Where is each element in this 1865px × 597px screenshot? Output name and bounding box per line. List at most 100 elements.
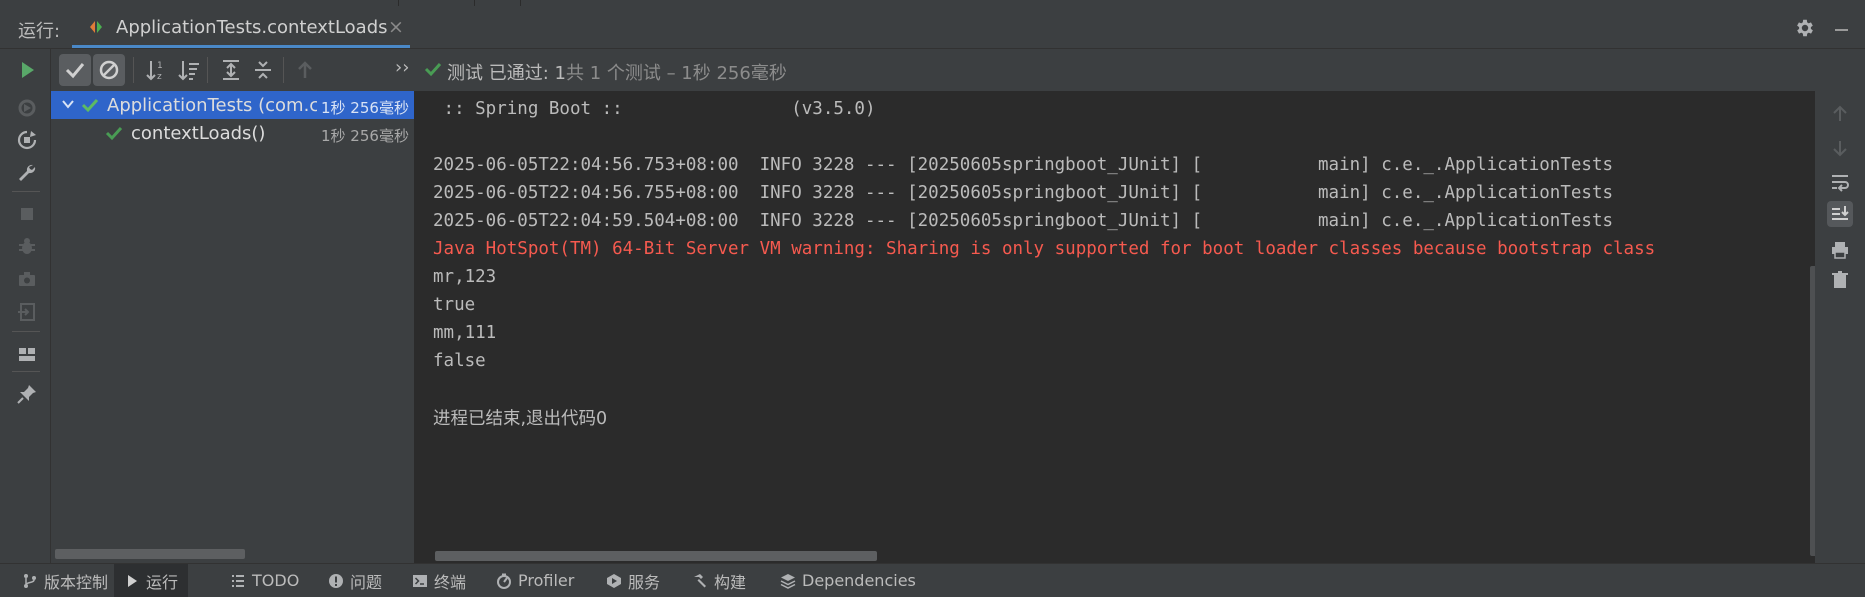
wrench-icon[interactable] [16, 162, 38, 184]
check-icon [424, 62, 442, 77]
status-passed-count: 测试 已通过: 1 [447, 63, 566, 84]
run-icon [128, 574, 137, 587]
test-tree: ApplicationTests (com.c 1秒 256毫秒 context… [51, 91, 415, 563]
tool-tab-profiler[interactable]: Profiler [496, 564, 574, 597]
tool-tab-problems[interactable]: 问题 [328, 564, 382, 597]
dependencies-icon [780, 573, 796, 589]
tool-tab-label: Dependencies [802, 571, 916, 590]
tree-horizontal-scrollbar[interactable] [55, 549, 245, 559]
tool-tab-todo[interactable]: TODO [230, 564, 299, 597]
tool-tab-label: Profiler [518, 571, 575, 590]
run-tab[interactable]: ApplicationTests.contextLoads × [72, 6, 410, 48]
tool-tab-run[interactable]: 运行 [114, 564, 189, 597]
console-line: mm,111 [433, 323, 497, 343]
console-horizontal-scrollbar[interactable] [435, 551, 877, 561]
run-panel-header: 运行: ApplicationTests.contextLoads × [0, 6, 1865, 49]
terminal-icon [413, 574, 427, 587]
rerun-failed-icon[interactable] [16, 97, 38, 119]
show-ignored-icon [99, 60, 119, 80]
console-line-exit: 进程已结束,退出代码0 [433, 409, 608, 429]
services-icon [607, 573, 621, 588]
tool-tab-label: 服务 [628, 572, 661, 592]
toggle-auto-test-icon[interactable] [16, 129, 38, 151]
status-totals: 共 1 个测试 – 1秒 256毫秒 [565, 63, 787, 84]
console-line: false [433, 351, 486, 371]
toolbar-separator [207, 57, 208, 83]
more-icon[interactable]: ›› [395, 57, 409, 78]
console-line: mr,123 [433, 267, 497, 287]
tool-tab-label: 终端 [434, 572, 467, 592]
debug-bug-icon[interactable] [16, 235, 38, 257]
run-side-toolbar [0, 49, 51, 563]
camera-icon[interactable] [16, 268, 38, 290]
console-output[interactable]: :: Spring Boot :: (v3.5.0) 2025-06-05T22… [415, 91, 1815, 563]
previous-failed-icon[interactable] [289, 54, 321, 86]
gear-icon[interactable] [1794, 17, 1816, 39]
test-passed-icon [105, 126, 123, 141]
console-line: :: Spring Boot :: (v3.5.0) [433, 99, 876, 119]
svg-text:1: 1 [157, 61, 163, 71]
tree-item-duration: 1秒 256毫秒 [321, 127, 409, 145]
build-hammer-icon [694, 573, 706, 587]
tree-item-duration: 1秒 256毫秒 [321, 99, 409, 117]
toolbar-separator [12, 331, 40, 332]
tool-tab-services[interactable]: 服务 [606, 564, 660, 597]
tab-title: ApplicationTests.contextLoads [116, 17, 388, 38]
tree-item-label: ApplicationTests (com.c [107, 95, 317, 116]
test-toolbar: 1z ›› 测试 已通过: 1共 1 个测试 – 1秒 256毫秒 [51, 49, 1865, 91]
layout-icon[interactable] [16, 343, 38, 365]
sort-alpha-icon[interactable]: 1z [141, 54, 173, 86]
collapse-all-icon[interactable] [247, 54, 279, 86]
tool-tab-label: 运行 [146, 572, 179, 592]
tab-active-indicator [72, 45, 410, 48]
chevron-down-icon[interactable] [61, 97, 75, 111]
stop-icon[interactable] [16, 203, 38, 225]
console-line: 2025-06-05T22:04:56.753+08:00 INFO 3228 … [433, 155, 1614, 175]
tool-tab-label: 问题 [350, 572, 383, 592]
toolbar-separator [12, 191, 40, 192]
test-passed-icon [81, 98, 99, 113]
scroll-to-end-button[interactable] [1827, 201, 1853, 227]
run-panel-label: 运行: [18, 21, 61, 42]
close-tab-icon[interactable]: × [388, 16, 404, 38]
vcs-branch-icon [24, 573, 36, 588]
tree-item-label: contextLoads() [131, 123, 266, 144]
test-run-config-icon [90, 21, 102, 33]
arrow-down-icon[interactable] [1829, 137, 1851, 159]
pin-icon[interactable] [16, 383, 38, 405]
toolbar-separator [283, 57, 284, 83]
tool-tab-dependencies[interactable]: Dependencies [780, 564, 916, 597]
tree-item-contextloads[interactable]: contextLoads() 1秒 256毫秒 [51, 119, 414, 147]
tool-tab-label: TODO [252, 571, 300, 590]
scroll-to-end-icon [1832, 206, 1849, 220]
console-line: 2025-06-05T22:04:56.755+08:00 INFO 3228 … [433, 183, 1614, 203]
todo-list-icon [232, 574, 244, 587]
expand-all-icon[interactable] [215, 54, 247, 86]
rerun-icon[interactable] [16, 59, 38, 81]
arrow-up-icon[interactable] [1829, 103, 1851, 125]
print-icon[interactable] [1829, 239, 1851, 261]
trash-icon[interactable] [1829, 269, 1851, 291]
tool-tab-version-control[interactable]: 版本控制 [22, 564, 108, 597]
import-tests-icon[interactable] [16, 301, 38, 323]
tree-item-applicationtests[interactable]: ApplicationTests (com.c 1秒 256毫秒 [51, 91, 414, 119]
minimize-icon[interactable] [1835, 29, 1848, 31]
show-passed-button[interactable] [59, 54, 91, 86]
tool-tab-label: 版本控制 [44, 572, 109, 592]
problems-icon [329, 573, 343, 588]
tool-window-bar: 版本控制 运行 TODO 问题 终端 Profiler 服务 构建 Depend… [0, 563, 1865, 597]
profiler-icon [497, 573, 511, 589]
tool-tab-terminal[interactable]: 终端 [412, 564, 466, 597]
show-ignored-button[interactable] [93, 54, 125, 86]
test-status-summary: 测试 已通过: 1共 1 个测试 – 1秒 256毫秒 [447, 59, 787, 85]
toolbar-separator [133, 57, 134, 83]
sort-duration-icon[interactable] [173, 54, 205, 86]
tool-tab-label: 构建 [714, 572, 747, 592]
console-line: true [433, 295, 476, 315]
console-line: 2025-06-05T22:04:59.504+08:00 INFO 3228 … [433, 211, 1614, 231]
soft-wrap-icon[interactable] [1829, 171, 1851, 193]
toolbar-separator [12, 371, 40, 372]
svg-text:z: z [157, 72, 162, 82]
tool-tab-build[interactable]: 构建 [692, 564, 746, 597]
console-line-error: Java HotSpot(TM) 64-Bit Server VM warnin… [433, 239, 1656, 259]
